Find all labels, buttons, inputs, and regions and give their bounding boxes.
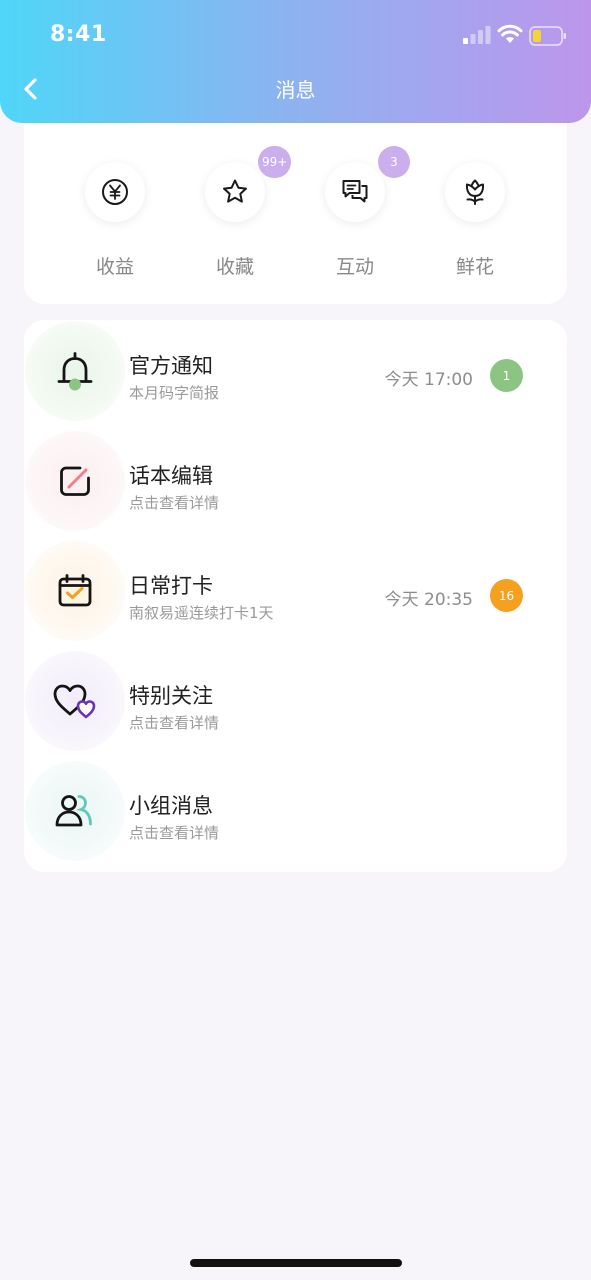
quick-action-earnings[interactable]: 收益 — [70, 162, 160, 279]
cellular-signal-icon — [463, 26, 491, 44]
star-icon — [223, 179, 247, 203]
hearts-icon-bg — [25, 651, 125, 751]
favorites-badge: 99+ — [258, 146, 292, 178]
message-time: 今天 20:35 — [384, 590, 473, 610]
flower-icon-circle — [445, 162, 505, 222]
star-icon-circle — [205, 162, 265, 222]
message-subtitle: 点击查看详情 — [129, 714, 220, 732]
quick-action-label: 收益 — [95, 256, 134, 278]
flower-icon — [465, 179, 485, 205]
quick-action-interactions[interactable]: 互动 3 — [310, 146, 410, 279]
edit-icon — [60, 466, 90, 496]
message-list-card: 官方通知 本月码字简报 今天 17:00 1 话本编辑 点击查看详情 日常打卡 … — [24, 320, 567, 872]
edit-icon-bg — [25, 431, 125, 531]
calendar-check-icon — [58, 574, 92, 607]
message-subtitle: 南叙易遥连续打卡1天 — [129, 604, 274, 622]
bell-icon — [57, 352, 93, 391]
message-row-special-follow[interactable]: 特别关注 点击查看详情 — [24, 650, 567, 760]
message-subtitle: 点击查看详情 — [129, 824, 220, 842]
yen-icon — [102, 179, 128, 205]
quick-action-favorites[interactable]: 收藏 99+ — [190, 146, 292, 279]
message-row-group-messages[interactable]: 小组消息 点击查看详情 — [24, 760, 567, 870]
quick-action-label: 互动 — [335, 256, 374, 278]
message-title: 官方通知 — [129, 354, 213, 378]
page-title: 消息 — [275, 78, 316, 102]
message-title: 特别关注 — [129, 684, 213, 708]
chat-icon-circle — [325, 162, 385, 222]
unread-badge: 1 — [490, 359, 523, 392]
quick-actions-card: 收益 收藏 99+ 互动 3 鲜花 — [24, 100, 567, 304]
wifi-icon — [497, 24, 523, 43]
status-time: 8:41 — [50, 22, 107, 47]
quick-action-label: 收藏 — [215, 256, 254, 278]
battery-icon — [529, 26, 566, 46]
message-subtitle: 本月码字简报 — [129, 384, 220, 402]
quick-action-flowers[interactable]: 鲜花 — [430, 162, 520, 279]
message-subtitle: 点击查看详情 — [129, 494, 220, 512]
interactions-badge: 3 — [378, 146, 410, 178]
message-title: 日常打卡 — [129, 574, 213, 598]
yen-icon-circle — [85, 162, 145, 222]
calendar-check-icon-bg — [25, 541, 125, 641]
message-title: 小组消息 — [129, 794, 213, 818]
message-time: 今天 17:00 — [384, 370, 473, 390]
message-row-official-notice[interactable]: 官方通知 本月码字简报 今天 17:00 1 — [24, 320, 567, 430]
unread-badge: 16 — [490, 579, 523, 612]
message-row-story-editor[interactable]: 话本编辑 点击查看详情 — [24, 430, 567, 540]
quick-action-label: 鲜花 — [455, 256, 494, 278]
group-icon — [55, 795, 92, 827]
message-row-daily-checkin[interactable]: 日常打卡 南叙易遥连续打卡1天 今天 20:35 16 — [24, 540, 567, 650]
hearts-icon — [53, 684, 96, 719]
chat-icon — [342, 180, 368, 203]
top-header: 8:41 消息 — [0, 0, 591, 123]
bell-icon-bg — [25, 321, 125, 421]
message-title: 话本编辑 — [129, 464, 213, 488]
group-icon-bg — [25, 761, 125, 861]
home-indicator — [190, 1259, 402, 1267]
